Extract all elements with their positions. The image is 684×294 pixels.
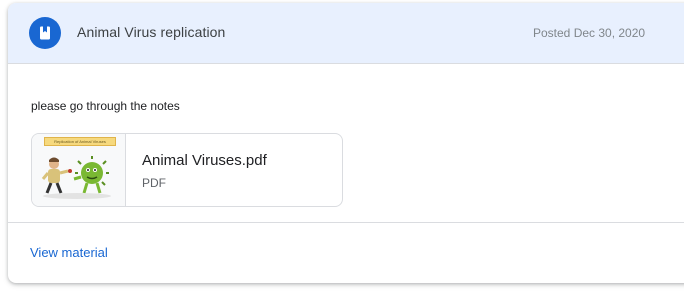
material-header[interactable]: Animal Virus replication Posted Dec 30, … (8, 3, 684, 64)
posted-date: Posted Dec 30, 2020 (533, 26, 646, 40)
thumbnail-title: Replication of Animal Viruses (44, 137, 116, 146)
attachment-file-name[interactable]: Animal Viruses.pdf (142, 152, 267, 169)
attachment-card[interactable]: Replication of Animal Viruses Animal Vir… (31, 133, 343, 207)
material-description: please go through the notes (31, 99, 180, 113)
material-card: Animal Virus replication Posted Dec 30, … (8, 3, 684, 283)
material-title[interactable]: Animal Virus replication (77, 24, 225, 40)
card-divider (8, 222, 684, 223)
attachment-thumbnail: Replication of Animal Viruses (32, 134, 126, 206)
material-book-icon (29, 17, 61, 49)
view-material-link[interactable]: View material (30, 245, 108, 260)
attachment-file-type: PDF (142, 176, 166, 190)
virus-illustration-icon (41, 156, 111, 199)
